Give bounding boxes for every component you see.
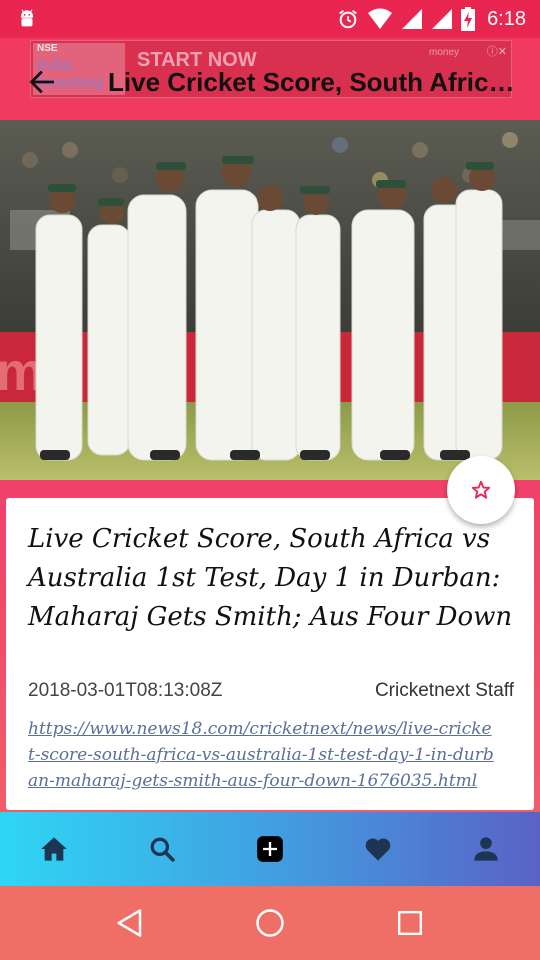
bottom-navigation xyxy=(0,812,540,886)
add-icon xyxy=(257,836,283,862)
favorite-fab-button[interactable] xyxy=(447,456,515,524)
ad-brand: money xyxy=(428,47,459,58)
wifi-icon xyxy=(368,8,393,29)
nav-home-button[interactable] xyxy=(26,821,82,877)
back-triangle-icon xyxy=(117,909,142,937)
close-icon[interactable]: ⓘ✕ xyxy=(471,43,507,58)
system-navigation-bar xyxy=(0,886,540,960)
article-date: 2018-03-01T08:13:08Z xyxy=(28,680,223,701)
recents-square-icon xyxy=(397,910,423,936)
android-icon xyxy=(20,9,34,27)
system-recents-button[interactable] xyxy=(385,898,435,948)
person-icon xyxy=(474,837,498,861)
article-card: Live Cricket Score, South Africa vs Aust… xyxy=(6,498,534,810)
cricket-team-photo: m xyxy=(0,120,540,480)
signal-icon-2 xyxy=(432,9,453,29)
search-icon xyxy=(150,837,175,862)
status-bar: 6:18 xyxy=(0,0,540,38)
home-icon xyxy=(41,837,67,861)
article-author: Cricketnext Staff xyxy=(374,680,514,701)
back-button[interactable] xyxy=(24,64,60,100)
article-title: Live Cricket Score, South Africa vs Aust… xyxy=(28,524,513,632)
battery-charging-icon xyxy=(461,7,476,31)
arrow-back-icon xyxy=(29,70,54,94)
heart-icon xyxy=(365,838,391,861)
toolbar: NSE India Investing START NOW money ⓘ✕ L… xyxy=(0,38,540,120)
nav-add-button[interactable] xyxy=(242,821,298,877)
system-home-button[interactable] xyxy=(245,898,295,948)
system-back-button[interactable] xyxy=(105,898,155,948)
article-link[interactable]: https://www.news18.com/cricketnext/news/… xyxy=(28,716,498,794)
ad-logo-line1: NSE xyxy=(37,43,58,54)
star-icon xyxy=(471,480,491,499)
nav-profile-button[interactable] xyxy=(458,821,514,877)
article-hero-image: m xyxy=(0,120,540,480)
home-circle-icon xyxy=(256,909,284,937)
signal-icon xyxy=(402,9,423,29)
clock-time: 6:18 xyxy=(487,7,526,30)
page-title: Live Cricket Score, South Africa vs Aust… xyxy=(108,67,528,97)
alarm-icon xyxy=(339,10,357,29)
nav-search-button[interactable] xyxy=(134,821,190,877)
nav-favorites-button[interactable] xyxy=(350,821,406,877)
